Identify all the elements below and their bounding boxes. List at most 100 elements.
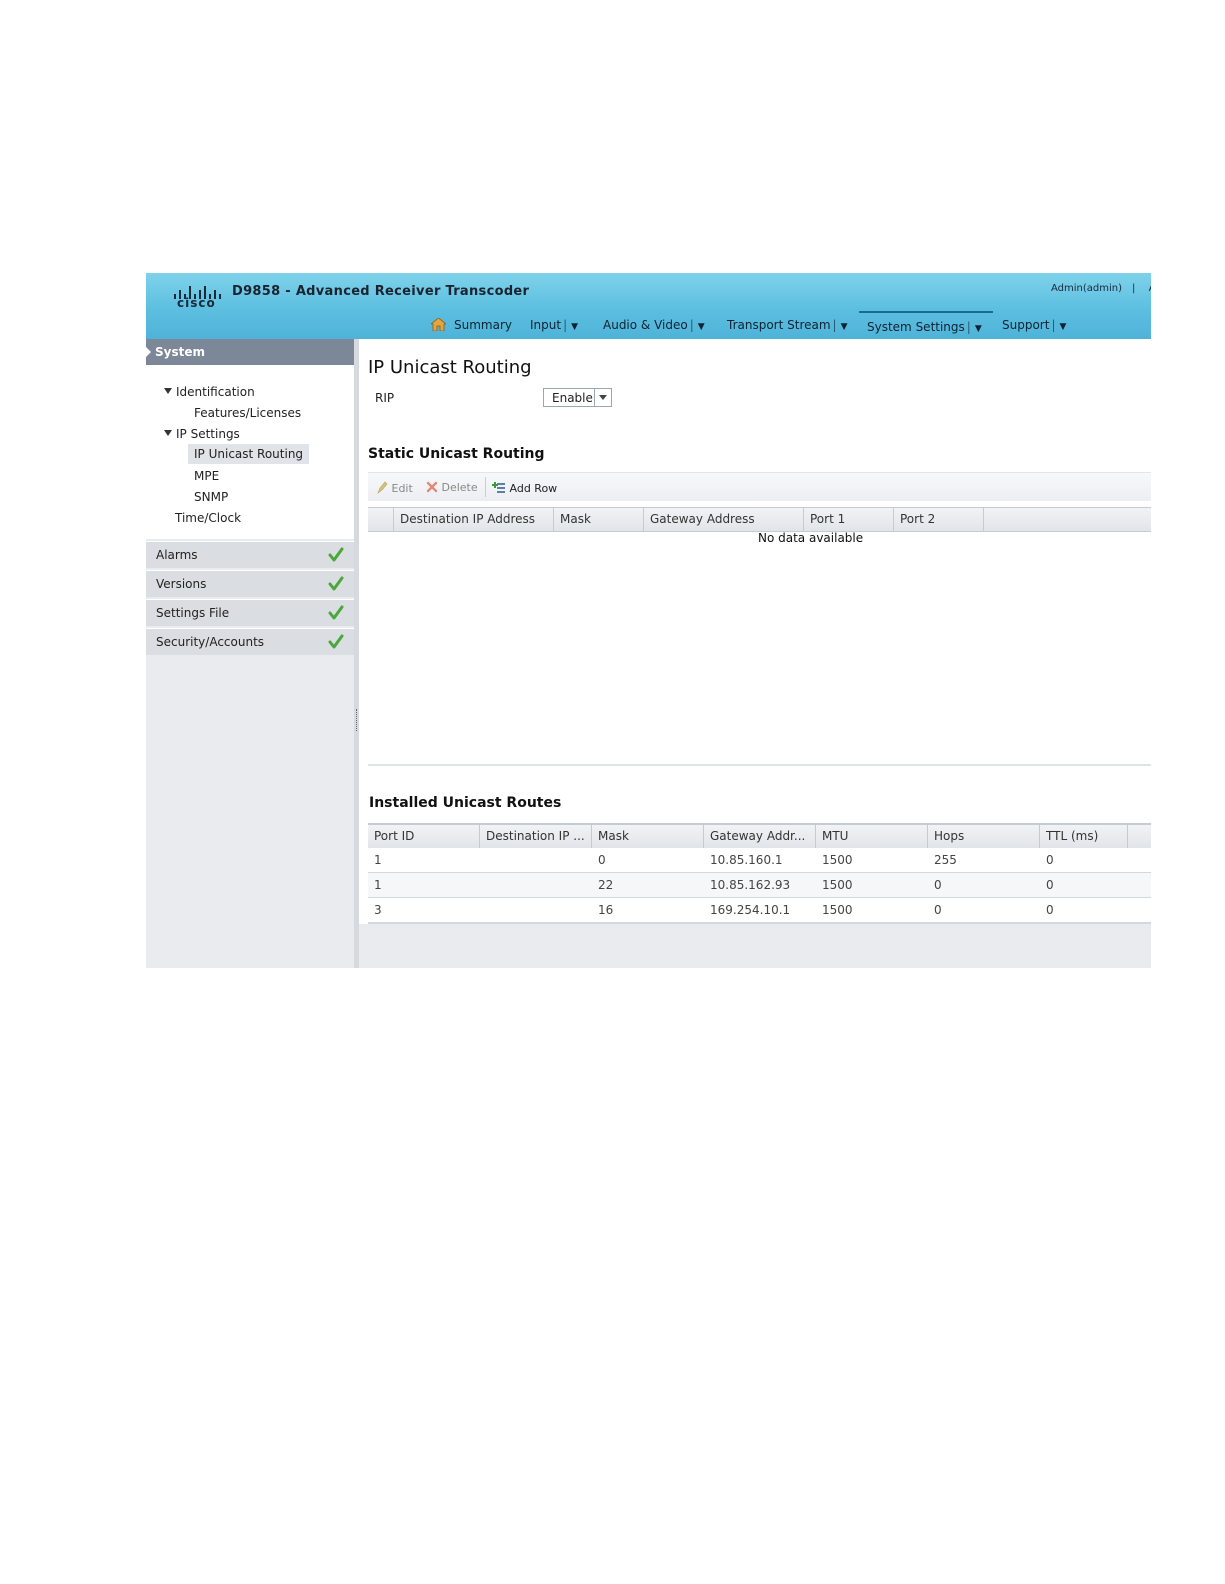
sidebar-section-alarms[interactable]: Alarms — [146, 541, 354, 568]
chevron-down-icon: ▼ — [974, 324, 982, 334]
column-header-mask[interactable]: Mask — [592, 825, 704, 848]
static-routing-toolbar: Edit Delete Add Row — [368, 472, 1151, 501]
cell-port-id: 1 — [374, 878, 382, 892]
check-icon — [328, 605, 344, 620]
cell-hops: 0 — [934, 878, 942, 892]
toolbar-divider — [485, 477, 486, 497]
column-header-mask[interactable]: Mask — [554, 508, 644, 531]
sidebar-header-system[interactable]: System — [146, 339, 354, 365]
column-header-port-id[interactable]: Port ID — [368, 825, 480, 848]
column-header-select — [368, 508, 394, 531]
cell-mtu: 1500 — [822, 878, 853, 892]
installed-routes-title: Installed Unicast Routes — [369, 795, 562, 811]
cell-gateway: 10.85.162.93 — [710, 878, 791, 892]
nav-summary[interactable]: Summary — [431, 311, 512, 337]
column-header-port1[interactable]: Port 1 — [804, 508, 894, 531]
edit-button[interactable]: Edit — [377, 481, 413, 495]
pencil-icon — [377, 481, 388, 494]
table-row[interactable]: 1 22 10.85.162.93 1500 0 0 — [368, 873, 1151, 899]
cell-gateway: 10.85.160.1 — [710, 853, 783, 867]
cell-gateway: 169.254.10.1 — [710, 903, 791, 917]
column-header-destination-ip[interactable]: Destination IP ... — [480, 825, 592, 848]
main-nav: Summary Input | ▼ Audio & Video | ▼ Transpor… — [146, 311, 1151, 339]
sidebar: System Identification Features/Licenses … — [146, 339, 354, 968]
home-icon — [431, 318, 446, 331]
chevron-down-icon: ▼ — [697, 322, 705, 332]
tree-item-features-licenses[interactable]: Features/Licenses — [194, 403, 301, 423]
delete-button[interactable]: Delete — [426, 481, 478, 494]
nav-audio-video[interactable]: Audio & Video | ▼ — [603, 311, 705, 337]
column-header-mtu[interactable]: MTU — [816, 825, 928, 848]
chevron-down-icon: ▼ — [571, 322, 579, 332]
section-label: Versions — [156, 577, 207, 591]
nav-summary-label: Summary — [454, 318, 512, 332]
cell-ttl: 0 — [1046, 853, 1054, 867]
section-label: Security/Accounts — [156, 635, 265, 649]
delete-label: Delete — [441, 481, 478, 494]
nav-input[interactable]: Input | ▼ — [530, 311, 578, 337]
sidebar-section-settings-file[interactable]: Settings File — [146, 599, 354, 626]
cell-mtu: 1500 — [822, 853, 853, 867]
section-label: Settings File — [156, 606, 230, 620]
rip-select[interactable]: Enable — [543, 388, 612, 407]
add-row-icon — [492, 482, 505, 493]
check-icon — [328, 576, 344, 591]
tree-item-snmp[interactable]: SNMP — [194, 487, 228, 507]
tree-item-ip-unicast-routing[interactable]: IP Unicast Routing — [188, 444, 310, 464]
tree-item-ip-settings[interactable]: IP Settings — [164, 424, 240, 444]
main-footer-area — [359, 924, 1151, 968]
column-header-port2[interactable]: Port 2 — [894, 508, 984, 531]
tree-item-label: Identification — [176, 385, 255, 399]
cell-destination-ip — [480, 898, 486, 922]
nav-transport-stream-label: Transport Stream — [727, 318, 831, 332]
column-header-gateway[interactable]: Gateway Addr... — [704, 825, 816, 848]
nav-tree: Identification Features/Licenses IP Sett… — [146, 365, 354, 539]
brand-wordmark: cisco — [177, 296, 216, 310]
column-header-gateway[interactable]: Gateway Address — [644, 508, 804, 531]
grid-divider — [368, 764, 1151, 766]
delete-x-icon — [426, 481, 438, 493]
sidebar-section-versions[interactable]: Versions — [146, 570, 354, 597]
tree-item-mpe[interactable]: MPE — [194, 466, 219, 486]
cell-port-id: 3 — [374, 903, 382, 917]
nav-input-label: Input — [530, 318, 562, 332]
nav-audio-video-label: Audio & Video — [603, 318, 688, 332]
column-header-destination-ip[interactable]: Destination IP Address — [394, 508, 554, 531]
main-content: IP Unicast Routing RIP Enable Static Uni… — [359, 339, 1151, 968]
cell-mask: 0 — [598, 853, 606, 867]
cell-mtu: 1500 — [822, 903, 853, 917]
rip-label: RIP — [375, 391, 395, 405]
tree-item-identification[interactable]: Identification — [164, 382, 255, 402]
user-name-link[interactable]: Admin(admin) — [1051, 283, 1122, 294]
empty-table-message: No data available — [758, 531, 864, 545]
column-header-hops[interactable]: Hops — [928, 825, 1040, 848]
page-title: IP Unicast Routing — [368, 357, 532, 378]
add-row-button[interactable]: Add Row — [492, 481, 557, 495]
user-extra-link[interactable]: A — [1149, 283, 1151, 294]
add-row-label: Add Row — [509, 482, 558, 495]
user-info: Admin(admin) | A — [1051, 283, 1151, 294]
app-header: cisco D9858 - Advanced Receiver Transcod… — [146, 273, 1151, 341]
sidebar-title: System — [155, 345, 205, 359]
nav-support[interactable]: Support | ▼ — [1002, 311, 1066, 337]
cell-destination-ip — [480, 873, 486, 897]
tree-item-time-clock[interactable]: Time/Clock — [175, 508, 241, 528]
nav-transport-stream[interactable]: Transport Stream | ▼ — [727, 311, 848, 337]
sidebar-section-security-accounts[interactable]: Security/Accounts — [146, 628, 354, 655]
app-window: cisco D9858 - Advanced Receiver Transcod… — [146, 273, 1151, 968]
table-row[interactable]: 1 0 10.85.160.1 1500 255 0 — [368, 848, 1151, 874]
drag-handle-icon[interactable] — [356, 709, 358, 731]
cell-mask: 22 — [598, 878, 614, 892]
expand-triangle-icon[interactable] — [164, 430, 172, 436]
chevron-down-icon[interactable] — [594, 389, 611, 406]
expand-triangle-icon[interactable] — [164, 388, 172, 394]
table-row[interactable]: 3 16 169.254.10.1 1500 0 0 — [368, 898, 1151, 924]
user-separator: | — [1132, 283, 1136, 294]
column-header-ttl[interactable]: TTL (ms) — [1040, 825, 1128, 848]
cell-destination-ip — [480, 848, 486, 872]
cell-port-id: 1 — [374, 853, 382, 867]
edit-label: Edit — [391, 482, 413, 495]
cell-hops: 0 — [934, 903, 942, 917]
cell-hops: 255 — [934, 853, 957, 867]
nav-system-settings[interactable]: System Settings | ▼ — [859, 311, 993, 337]
